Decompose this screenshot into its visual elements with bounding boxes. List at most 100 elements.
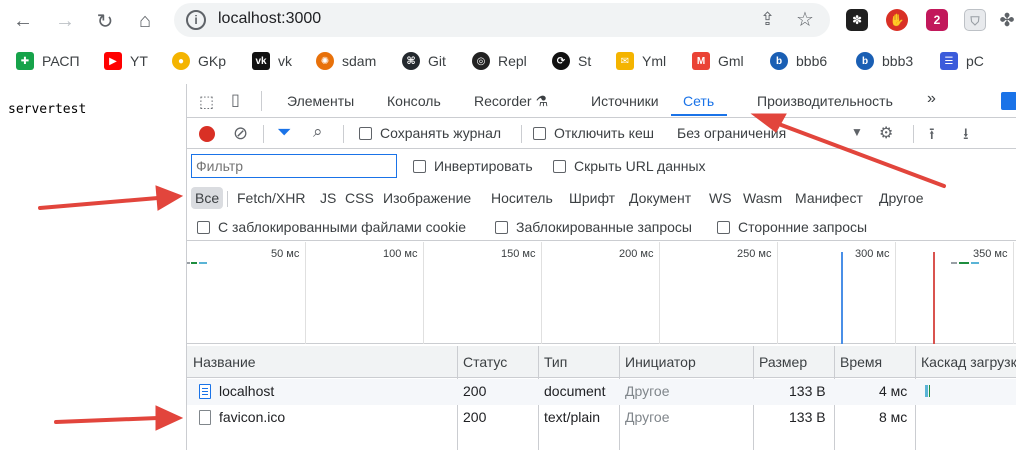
flask-icon: ⚗ xyxy=(535,93,549,109)
tab-performance[interactable]: Производительность xyxy=(757,93,893,109)
search-icon[interactable]: ⌕ xyxy=(313,122,323,142)
type-filter-fetch-xhr[interactable]: Fetch/XHR xyxy=(237,187,305,209)
home-icon[interactable]: ⌂ xyxy=(130,6,160,36)
column-header-initiator[interactable]: Инициатор xyxy=(625,354,696,370)
network-overview-timeline[interactable]: 50 мс 100 мс 150 мс 200 мс 250 мс 300 мс… xyxy=(187,242,1016,344)
bookmark-item[interactable]: b bbb6 xyxy=(770,50,827,72)
share-icon[interactable]: ⇪ xyxy=(760,9,775,30)
more-tabs-button[interactable]: » xyxy=(927,90,936,108)
forward-icon[interactable]: → xyxy=(50,6,80,36)
column-header-time[interactable]: Время xyxy=(840,354,882,370)
device-toolbar-icon[interactable]: ▯ xyxy=(231,90,240,110)
bookmark-item[interactable]: ▶ YT xyxy=(104,50,148,72)
tab-recorder[interactable]: Recorder ⚗ xyxy=(474,93,548,110)
bookmark-item[interactable]: ● GKp xyxy=(172,50,226,72)
hide-data-urls-checkbox[interactable]: Скрыть URL данных xyxy=(553,158,706,174)
vk-icon: vk xyxy=(252,52,270,70)
bookmark-item[interactable]: ⟳ St xyxy=(552,50,591,72)
type-filter-doc[interactable]: Документ xyxy=(629,187,691,209)
bookmark-item[interactable]: ◎ Repl xyxy=(472,50,527,72)
messages-icon[interactable] xyxy=(1001,92,1016,110)
column-header-name[interactable]: Название xyxy=(193,354,256,370)
waterfall-bar xyxy=(929,385,930,397)
type-filter-ws[interactable]: WS xyxy=(709,187,732,209)
address-bar[interactable]: i localhost:3000 ⇪ ☆ xyxy=(174,3,830,37)
bookmark-star-icon[interactable]: ☆ xyxy=(796,7,814,32)
divider xyxy=(521,125,522,143)
tab-network[interactable]: Сеть xyxy=(683,93,714,109)
back-icon[interactable]: ← xyxy=(8,6,38,36)
bookmark-item[interactable]: ✉ Yml xyxy=(616,50,666,72)
third-party-checkbox[interactable]: Сторонние запросы xyxy=(717,219,867,235)
checkbox-box[interactable] xyxy=(717,220,730,234)
bookmark-item[interactable]: ⌘ Git xyxy=(402,50,446,72)
column-header-type[interactable]: Тип xyxy=(544,354,567,370)
bookmark-item[interactable]: M Gml xyxy=(692,50,744,72)
shield-ext-icon[interactable]: ⛉ xyxy=(964,9,986,31)
table-row[interactable]: localhost 200 document Другое 133 B 4 мс xyxy=(187,379,1016,405)
column-header-waterfall[interactable]: Каскад загрузки xyxy=(921,354,1016,370)
invert-label: Инвертировать xyxy=(434,158,533,174)
chevron-down-icon[interactable]: ▼ xyxy=(851,125,863,139)
record-icon[interactable] xyxy=(199,126,215,142)
reload-icon[interactable]: ↻ xyxy=(90,6,120,36)
site-info-icon[interactable]: i xyxy=(186,10,206,30)
ext-2-icon[interactable]: 2 xyxy=(926,9,948,31)
disable-cache-label: Отключить кеш xyxy=(554,125,654,141)
import-har-icon[interactable]: ⭱ xyxy=(929,123,935,150)
bookmark-item[interactable]: ✚ РАСП xyxy=(16,50,80,72)
clear-icon[interactable]: ⊘ xyxy=(233,123,248,144)
request-name[interactable]: localhost xyxy=(219,383,274,399)
filter-row: Инвертировать Скрыть URL данных xyxy=(187,150,1016,182)
type-filter-js[interactable]: JS xyxy=(320,187,336,209)
blocked-cookies-checkbox[interactable]: С заблокированными файлами cookie xyxy=(197,219,466,235)
puzzle-icon[interactable]: ✤ xyxy=(996,9,1016,31)
preserve-log-checkbox[interactable]: Сохранять журнал xyxy=(359,125,501,141)
blocked-requests-checkbox[interactable]: Заблокированные запросы xyxy=(495,219,692,235)
request-bar xyxy=(971,262,979,264)
type-filter-other[interactable]: Другое xyxy=(879,187,923,209)
throttling-select[interactable]: Без ограничения xyxy=(677,125,786,141)
checkbox-box[interactable] xyxy=(495,220,508,234)
checkbox-box[interactable] xyxy=(533,126,546,140)
type-filter-manifest[interactable]: Манифест xyxy=(795,187,863,209)
bookmark-item[interactable]: ☰ pC xyxy=(940,50,984,72)
type-filter-font[interactable]: Шрифт xyxy=(569,187,615,209)
resource-type-filter: Все Fetch/XHR JS CSS Изображение Носител… xyxy=(187,183,1016,213)
export-har-icon[interactable]: ⭳ xyxy=(963,123,969,150)
checkbox-box[interactable] xyxy=(197,220,210,234)
github-icon: ⌘ xyxy=(402,52,420,70)
checkbox-box[interactable] xyxy=(553,159,566,173)
table-row[interactable]: favicon.ico 200 text/plain Другое 133 B … xyxy=(187,405,1016,431)
column-header-size[interactable]: Размер xyxy=(759,354,807,370)
inspect-element-icon[interactable]: ⬚ xyxy=(199,92,214,112)
vk-ext-icon[interactable]: ✽ xyxy=(846,9,868,31)
type-filter-media[interactable]: Носитель xyxy=(491,187,553,209)
type-filter-css[interactable]: CSS xyxy=(345,187,374,209)
tab-elements[interactable]: Элементы xyxy=(287,93,354,109)
checkbox-box[interactable] xyxy=(413,159,426,173)
network-conditions-icon[interactable]: ⚙ xyxy=(879,123,893,143)
filter-funnel-icon[interactable]: ⏷ xyxy=(277,122,291,143)
filter-input[interactable] xyxy=(191,154,397,178)
tab-recorder-label: Recorder xyxy=(474,93,532,109)
column-header-status[interactable]: Статус xyxy=(463,354,507,370)
type-filter-all[interactable]: Все xyxy=(191,187,224,209)
adblock-icon[interactable]: ✋ xyxy=(886,9,908,31)
request-name[interactable]: favicon.ico xyxy=(219,409,285,425)
url-text[interactable]: localhost:3000 xyxy=(218,10,321,28)
green-cross-icon: ✚ xyxy=(16,52,34,70)
type-filter-wasm[interactable]: Wasm xyxy=(743,187,782,209)
invert-checkbox[interactable]: Инвертировать xyxy=(413,158,533,174)
requests-table-header: Название Статус Тип Инициатор Размер Вре… xyxy=(187,346,1016,378)
bookmark-item[interactable]: vk vk xyxy=(252,50,292,72)
tab-sources[interactable]: Источники xyxy=(591,93,659,109)
tab-console[interactable]: Консоль xyxy=(387,93,441,109)
bookmark-label: РАСП xyxy=(42,53,80,69)
type-filter-image[interactable]: Изображение xyxy=(383,187,471,209)
disable-cache-checkbox[interactable]: Отключить кеш xyxy=(533,125,654,141)
bookmark-item[interactable]: b bbb3 xyxy=(856,50,913,72)
checkbox-box[interactable] xyxy=(359,126,372,140)
bookmark-item[interactable]: ✺ sdam xyxy=(316,50,376,72)
sun-icon: ✺ xyxy=(316,52,334,70)
